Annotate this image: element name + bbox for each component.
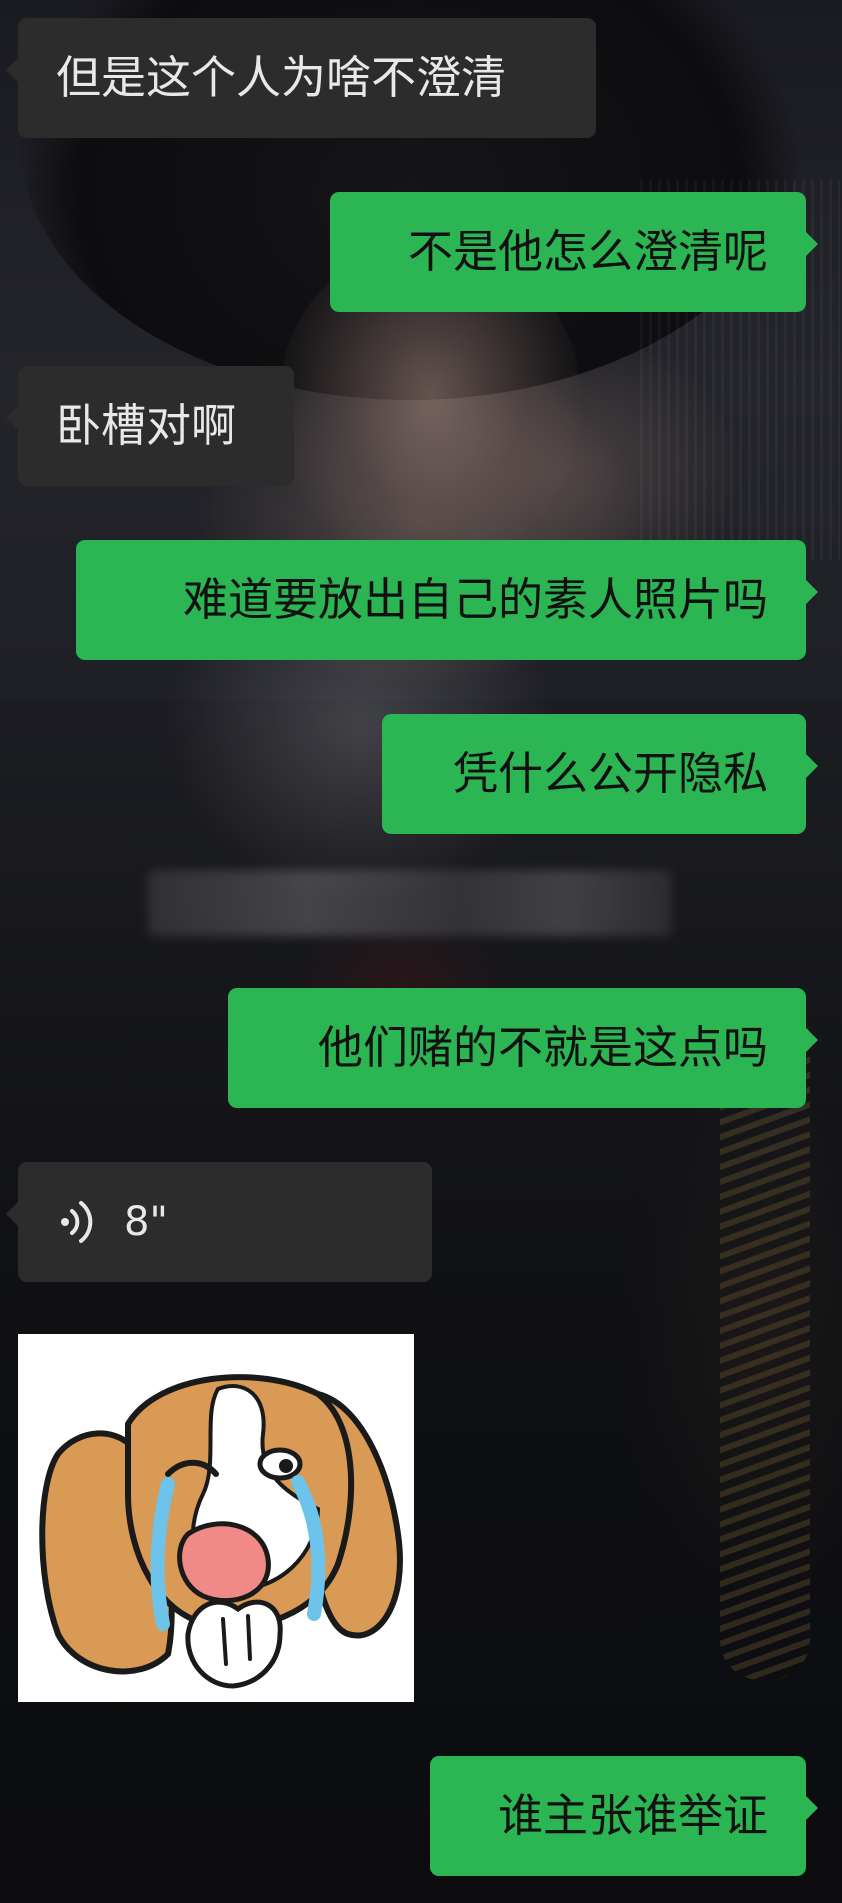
message-bubble-received[interactable]: 但是这个人为啥不澄清 [6, 18, 596, 138]
message-bubble-sent[interactable]: 不是他怎么澄清呢 [330, 192, 818, 312]
message-text: 难道要放出自己的素人照片吗 [182, 573, 768, 626]
message-bubble-sent[interactable]: 他们赌的不就是这点吗 [228, 988, 818, 1108]
chat-screen: 但是这个人为啥不澄清 不是他怎么澄清呢 卧槽对啊 难道要放出自己的素人照片吗 凭… [0, 0, 842, 1903]
crying-dog-sticker[interactable] [18, 1334, 414, 1702]
crying-dog-icon [39, 1374, 403, 1689]
message-text: 但是这个人为啥不澄清 [56, 51, 507, 104]
voice-message-bubble[interactable]: 8" [6, 1162, 432, 1282]
message-text: 不是他怎么澄清呢 [407, 225, 768, 278]
message-text: 凭什么公开隐私 [452, 747, 768, 800]
message-text: 谁主张谁举证 [497, 1789, 768, 1842]
voice-duration: 8" [124, 1199, 168, 1245]
message-text: 卧槽对啊 [56, 399, 237, 452]
message-text: 他们赌的不就是这点吗 [317, 1021, 768, 1074]
message-bubble-received[interactable]: 卧槽对啊 [6, 366, 294, 486]
message-bubble-sent[interactable]: 难道要放出自己的素人照片吗 [76, 540, 818, 660]
blurred-system-notice [148, 870, 672, 936]
voice-wave-icon [61, 1201, 93, 1243]
message-bubble-sent[interactable]: 谁主张谁举证 [430, 1756, 818, 1876]
message-bubble-sent[interactable]: 凭什么公开隐私 [382, 714, 818, 834]
